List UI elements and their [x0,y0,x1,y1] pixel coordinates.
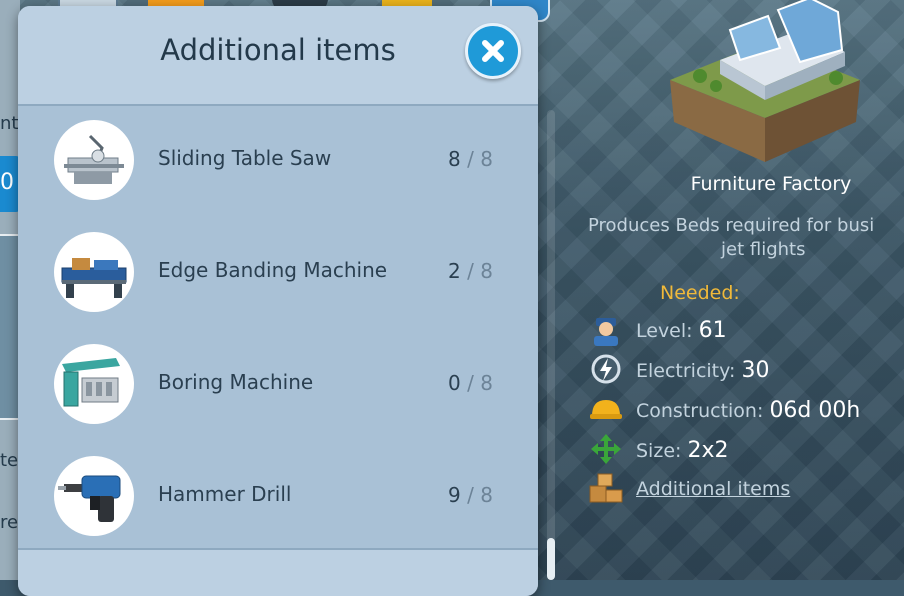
item-separator: / [467,147,474,171]
item-name: Sliding Table Saw [158,146,332,170]
size-label: Size: [636,440,682,462]
level-label: Level: [636,320,693,342]
item-need: 8 [480,371,493,395]
furniture-factory-building-image [670,0,860,162]
building-description: Produces Beds required for busi jet flig… [588,214,904,262]
electricity-label: Electricity: [636,360,736,382]
dialog-header: Additional items [18,6,538,106]
sliding-table-saw-icon [54,120,134,200]
building-description-line-1: Produces Beds required for busi [588,215,875,236]
level-value: 61 [698,318,727,343]
boring-machine-icon [54,344,134,424]
hammer-drill-icon [54,456,134,536]
list-item: Hammer Drill 9 / 8 [18,448,538,560]
electricity-icon [591,354,621,384]
scrollbar-thumb[interactable] [547,538,555,580]
worker-icon [594,318,618,346]
item-need: 8 [480,259,493,283]
construction-label: Construction: [636,400,764,422]
list-item: Edge Banding Machine 2 / 8 [18,224,538,336]
construction-value: 06d 00h [769,398,861,423]
hard-hat-icon [590,400,622,419]
building-name: Furniture Factory [690,173,852,195]
dialog-title: Additional items [160,33,396,67]
item-name: Edge Banding Machine [158,258,388,282]
item-have: 0 [448,371,461,395]
size-value: 2x2 [687,438,729,463]
item-name: Boring Machine [158,370,314,394]
item-count: 8 / 8 [448,147,493,171]
additional-items-dialog: Additional items Sliding Table Saw 8 / 8 [18,6,538,596]
dialog-footer [18,548,538,596]
item-name: Hammer Drill [158,482,292,506]
item-have: 8 [448,147,461,171]
left-partial-text-3: re [0,512,19,533]
left-partial-text-2: te [0,450,19,471]
item-count: 0 / 8 [448,371,493,395]
item-need: 8 [480,147,493,171]
left-partial-button-label: 0 [0,170,14,195]
edge-banding-machine-icon [54,232,134,312]
item-count: 9 / 8 [448,483,493,507]
list-item: Boring Machine 0 / 8 [18,336,538,448]
item-have: 9 [448,483,461,507]
item-count: 2 / 8 [448,259,493,283]
building-description-line-2: jet flights [721,239,806,260]
electricity-value: 30 [741,358,770,383]
item-separator: / [467,259,474,283]
left-partial-text-1: nt [0,113,19,134]
scrollbar-track[interactable] [547,110,555,580]
close-icon [482,40,504,62]
needed-heading: Needed: [660,282,740,304]
boxes-icon [589,473,623,503]
close-button[interactable] [465,23,521,79]
size-arrows-icon [591,434,621,464]
item-separator: / [467,371,474,395]
item-need: 8 [480,483,493,507]
item-separator: / [467,483,474,507]
additional-items-link[interactable]: Additional items [636,478,790,500]
item-have: 2 [448,259,461,283]
list-item: Sliding Table Saw 8 / 8 [18,112,538,224]
left-partial-button[interactable]: 0 [0,156,20,212]
